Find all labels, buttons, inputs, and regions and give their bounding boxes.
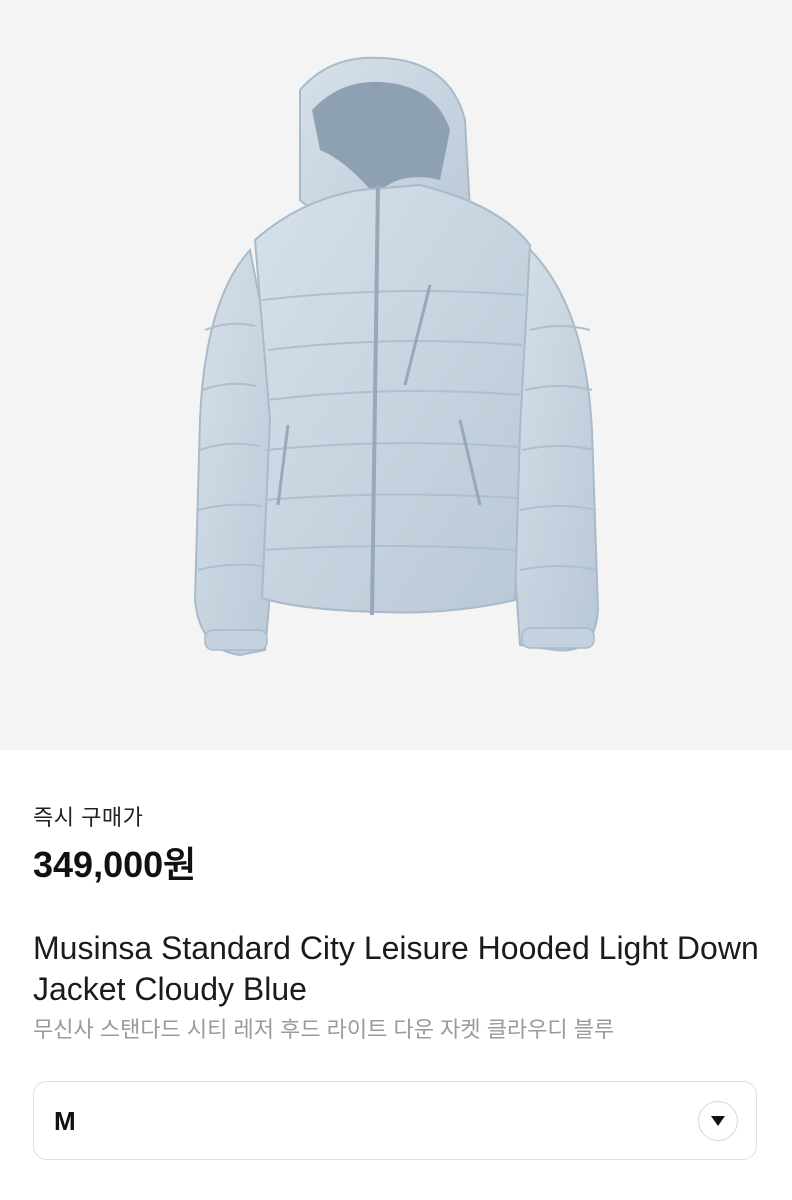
product-image[interactable] bbox=[0, 0, 792, 750]
jacket-illustration bbox=[193, 56, 600, 657]
product-title: Musinsa Standard City Leisure Hooded Lig… bbox=[33, 930, 759, 1007]
size-select[interactable]: M bbox=[33, 1081, 757, 1160]
product-subtitle: 무신사 스탠다드 시티 레저 후드 라이트 다운 자켓 클라우디 블루 bbox=[33, 1017, 615, 1042]
price-value: 349,000원 bbox=[33, 844, 197, 885]
size-select-value: M bbox=[54, 1106, 76, 1136]
chevron-down-icon[interactable] bbox=[698, 1101, 738, 1141]
price-label: 즉시 구매가 bbox=[33, 805, 144, 830]
